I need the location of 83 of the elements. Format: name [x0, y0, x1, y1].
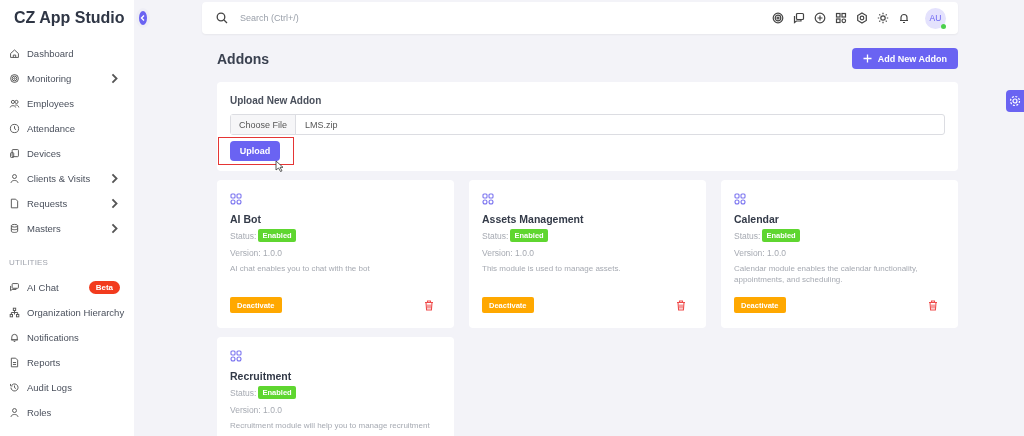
toolbar-button[interactable]: [834, 11, 848, 25]
settings-icon: [1009, 95, 1021, 107]
sidebar-item[interactable]: Attendance: [9, 116, 134, 141]
status-label: Status:: [482, 230, 509, 241]
app-title: CZ App Studio: [14, 9, 125, 27]
addon-name: AI Bot: [230, 213, 261, 225]
user-icon: [9, 173, 20, 184]
sidebar-item[interactable]: Masters: [9, 216, 134, 241]
sidebar-item[interactable]: Monitoring: [9, 66, 134, 91]
addon-description: AI chat enables you to chat with the bot: [230, 264, 370, 275]
sidebar-item[interactable]: Notifications: [9, 325, 134, 350]
page-title: Addons: [217, 50, 270, 67]
history-icon: [9, 382, 20, 393]
apps-icon: [482, 193, 494, 205]
toolbar-button[interactable]: [792, 11, 806, 25]
sidebar-item[interactable]: Audit Logs: [9, 375, 134, 400]
sidebar-item[interactable]: Dashboard: [9, 41, 134, 66]
plus-icon: [862, 54, 872, 63]
section-label: UTILITIES: [9, 258, 50, 267]
toolbar-button[interactable]: [876, 11, 890, 25]
home-icon: [9, 48, 20, 59]
clock-icon: [9, 123, 20, 134]
collapse-sidebar-button[interactable]: [138, 11, 147, 25]
grid-icon: [835, 12, 847, 24]
search-bar[interactable]: Search (Ctrl+/) AU: [202, 2, 958, 34]
addon-description: Calendar module enables the calendar functionality, appointments, and scheduling.: [734, 264, 919, 286]
plus-circle-icon: [814, 12, 826, 24]
sidebar-item[interactable]: AI Chat Beta: [9, 275, 134, 300]
document-icon: [9, 357, 20, 368]
bell-icon: [898, 12, 910, 24]
devices-icon: [9, 148, 20, 159]
chat-icon: [9, 282, 20, 293]
delete-icon[interactable]: [676, 299, 686, 311]
search-icon: [216, 12, 228, 24]
target-icon: [772, 12, 784, 24]
beta-badge: Beta: [88, 281, 120, 294]
database-icon: [9, 223, 20, 234]
sidebar-item[interactable]: Reports: [9, 350, 134, 375]
upload-button[interactable]: Upload: [230, 141, 280, 161]
sidebar-item[interactable]: Devices: [9, 141, 134, 166]
apps-icon: [734, 193, 746, 205]
target-icon: [9, 73, 20, 84]
settings-button[interactable]: [1006, 90, 1024, 112]
user-avatar[interactable]: AU: [925, 7, 946, 29]
apps-icon: [230, 193, 242, 205]
users-icon: [9, 98, 20, 109]
chevron-left-icon: [138, 14, 147, 22]
delete-icon[interactable]: [928, 299, 938, 311]
addon-name: Calendar: [734, 213, 779, 225]
addon-description: This module is used to manage assets.: [482, 264, 621, 275]
sidebar-item[interactable]: Organization Hierarchy: [9, 300, 134, 325]
delete-icon[interactable]: [424, 299, 434, 311]
choose-file-button[interactable]: Choose File: [231, 115, 297, 134]
toolbar-button[interactable]: [855, 11, 869, 25]
file-input[interactable]: Choose File LMS.zip: [230, 114, 945, 135]
addon-name: Assets Management: [482, 213, 584, 225]
sidebar-item[interactable]: Employees: [9, 91, 134, 116]
toolbar-button[interactable]: [771, 11, 785, 25]
version-text: Version: 1.0.0: [230, 405, 282, 415]
addon-description: Recruitment module will help you to manage recruitment: [230, 421, 430, 432]
file-icon: [9, 198, 20, 209]
bell-icon: [9, 332, 20, 343]
sun-icon: [877, 12, 889, 24]
status-label: Status:: [230, 387, 257, 398]
version-text: Version: 1.0.0: [230, 248, 282, 258]
user-icon: [9, 407, 20, 418]
chat-icon: [793, 12, 805, 24]
status-label: Status:: [734, 230, 761, 241]
sidebar-item[interactable]: Roles: [9, 400, 134, 425]
add-new-addon-button[interactable]: Add New Addon: [851, 48, 958, 69]
status-label: Status:: [230, 230, 257, 241]
apps-icon: [230, 350, 242, 362]
file-name: LMS.zip: [304, 118, 339, 132]
version-text: Version: 1.0.0: [734, 248, 786, 258]
upload-title: Upload New Addon: [230, 95, 323, 106]
version-text: Version: 1.0.0: [482, 248, 534, 258]
addon-name: Recruitment: [230, 370, 292, 382]
toolbar-button[interactable]: [813, 11, 827, 25]
settings-icon: [856, 12, 868, 24]
toolbar-button[interactable]: [897, 11, 911, 25]
hierarchy-icon: [9, 307, 20, 318]
sidebar-item[interactable]: Clients & Visits: [9, 166, 134, 191]
sidebar-item[interactable]: Requests: [9, 191, 134, 216]
